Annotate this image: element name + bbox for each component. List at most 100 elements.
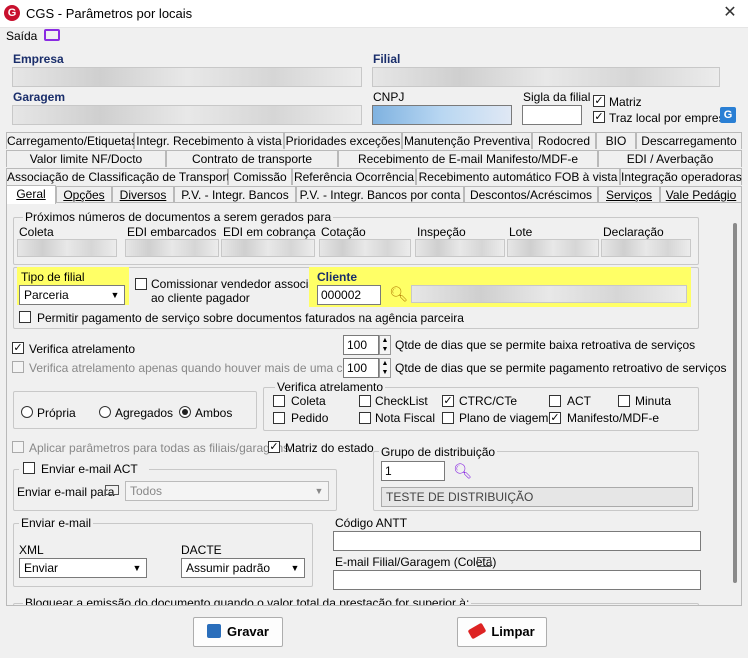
tab-recebimento-email[interactable]: Recebimento de E-mail Manifesto/MDF-e [338, 150, 598, 167]
verifica-checklist-checkbox[interactable] [359, 395, 371, 407]
radio-ambos[interactable] [179, 406, 191, 418]
geral-panel: Próximos números de documentos a serem g… [6, 202, 742, 606]
verifica-coleta-label: Coleta [291, 394, 326, 408]
declaracao-field[interactable] [601, 239, 691, 257]
matriz-label: Matriz [609, 95, 642, 109]
monitor-icon[interactable] [44, 29, 60, 41]
antt-input[interactable] [333, 531, 701, 551]
dias-pagamento-spinner[interactable]: ▲ ▼ [379, 358, 391, 378]
verifica-minuta-checkbox[interactable] [618, 395, 630, 407]
col-edi-embarcados-label: EDI embarcados [127, 225, 217, 239]
tab-descontos[interactable]: Descontos/Acréscimos [464, 186, 598, 203]
tab-comissao[interactable]: Comissão [228, 168, 292, 185]
eraser-icon [467, 622, 487, 640]
tipo-filial-value: Parceria [24, 288, 69, 302]
radio-ambos-label: Ambos [195, 406, 233, 420]
verifica-pedido-label: Pedido [291, 411, 329, 425]
verifica-nota-checkbox[interactable] [359, 412, 371, 424]
tab-manutencao[interactable]: Manutenção Preventiva [402, 132, 532, 149]
tab-recebimento-fob[interactable]: Recebimento automático FOB à vista [416, 168, 620, 185]
grupo-distribuicao-title: Grupo de distribuição [379, 445, 498, 459]
tab-servicos[interactable]: Serviços [598, 186, 660, 203]
permitir-pagamento-checkbox[interactable] [19, 311, 31, 323]
tab-prioridades[interactable]: Prioridades exceções [284, 132, 402, 149]
verifica-plano-label: Plano de viagem [459, 411, 549, 425]
save-icon [207, 624, 222, 638]
filial-field[interactable] [372, 67, 720, 87]
limpar-label: Limpar [491, 624, 535, 639]
traz-local-checkbox[interactable]: ✓ [593, 111, 605, 123]
tab-vale-pedagio[interactable]: Vale Pedágio [660, 186, 742, 203]
dacte-select[interactable]: Assumir padrão ▼ [181, 558, 305, 578]
matriz-checkbox[interactable]: ✓ [593, 95, 605, 107]
aplicar-parametros-checkbox[interactable] [12, 441, 24, 453]
dias-baixa-input[interactable]: 100 [343, 335, 379, 355]
lote-field[interactable] [507, 239, 599, 257]
tipo-filial-select[interactable]: Parceria ▼ [19, 285, 125, 305]
gravar-button[interactable]: Gravar [193, 617, 283, 647]
grupo-code-input[interactable]: 1 [381, 461, 445, 481]
verifica-atrelamento-checkbox[interactable]: ✓ [12, 342, 24, 354]
tab-valor-limite[interactable]: Valor limite NF/Docto [6, 150, 166, 167]
radio-propria[interactable] [21, 406, 33, 418]
tab-carregamento[interactable]: Carregamento/Etiquetas [6, 132, 137, 149]
verifica-plano-checkbox[interactable] [442, 412, 454, 424]
radio-agregados[interactable] [99, 406, 111, 418]
email-filial-input[interactable] [333, 570, 701, 590]
tab-pv-integr-bancos-conta[interactable]: P.V. - Integr. Bancos por conta [296, 186, 464, 203]
dias-baixa-spinner[interactable]: ▲ ▼ [379, 335, 391, 355]
cnpj-field[interactable] [372, 105, 512, 125]
chevron-down-icon: ▼ [110, 290, 120, 300]
verifica-coleta-checkbox[interactable] [273, 395, 285, 407]
verifica-minuta-label: Minuta [635, 394, 672, 408]
tab-pv-integr-bancos[interactable]: P.V. - Integr. Bancos [174, 186, 296, 203]
bloqueio-label: Bloquear a emissão do documento quando o… [23, 596, 472, 605]
verifica-manifesto-checkbox[interactable]: ✓ [549, 412, 561, 424]
verifica-ctrc-checkbox[interactable]: ✓ [442, 395, 454, 407]
tab-diversos[interactable]: Diversos [112, 186, 174, 203]
traz-local-label: Traz local por empresa [609, 111, 732, 125]
sigla-field[interactable] [522, 105, 582, 125]
dias-pagamento-input[interactable]: 100 [343, 358, 379, 378]
verifica-act-checkbox[interactable] [549, 395, 561, 407]
verifica-ctrc-label: CTRC/CTe [459, 394, 518, 408]
cliente-code-input[interactable]: 000002 [317, 285, 381, 305]
tab-rodocred[interactable]: Rodocred [532, 132, 596, 149]
verifica-pedido-checkbox[interactable] [273, 412, 285, 424]
garagem-field[interactable] [12, 105, 362, 125]
tab-referencia[interactable]: Referência Ocorrência [292, 168, 416, 185]
edi-cobranca-field[interactable] [221, 239, 315, 257]
cotacao-field[interactable] [319, 239, 411, 257]
aplicar-parametros-label: Aplicar parâmetros para todas as filiais… [29, 441, 290, 455]
xml-select[interactable]: Enviar ▼ [19, 558, 147, 578]
enviar-act-checkbox[interactable] [23, 462, 35, 474]
tab-integr-recebimento[interactable]: Integr. Recebimento à vista [134, 132, 284, 149]
coleta-field[interactable] [17, 239, 117, 257]
radio-agregados-label: Agregados [115, 406, 174, 420]
radio-propria-label: Própria [37, 406, 76, 420]
search-icon-grupo[interactable]: 🔍︎ [453, 462, 472, 480]
empresa-field[interactable] [12, 67, 362, 87]
tab-associacao[interactable]: Associação de Classificação de Transport… [6, 168, 236, 185]
tab-contrato[interactable]: Contrato de transporte [166, 150, 338, 167]
tab-bio[interactable]: BIO [596, 132, 636, 149]
app-logo-icon-small[interactable]: G [720, 107, 736, 123]
menu-saida[interactable]: Saída [6, 29, 37, 43]
close-icon[interactable]: ✕ [720, 4, 740, 22]
inspecao-field[interactable] [415, 239, 505, 257]
limpar-button[interactable]: Limpar [457, 617, 547, 647]
enviar-para-select[interactable]: Todos ▼ [125, 481, 329, 501]
tab-geral[interactable]: Geral [6, 185, 56, 204]
edi-embarcados-field[interactable] [125, 239, 219, 257]
tab-integracao-operadoras[interactable]: Integração operadoras [620, 168, 742, 185]
tab-edi-averbacao[interactable]: EDI / Averbação [598, 150, 742, 167]
tab-descarregamento[interactable]: Descarregamento [636, 132, 742, 149]
verifica-group-title: Verifica atrelamento [275, 380, 386, 394]
comissionar-checkbox[interactable] [135, 278, 147, 290]
enviar-act-label: Enviar e-mail ACT [41, 462, 138, 476]
tab-opcoes[interactable]: Opções [56, 186, 112, 203]
verifica-carreta-checkbox[interactable] [12, 361, 24, 373]
matriz-estado-checkbox[interactable]: ✓ [268, 441, 280, 453]
vertical-scrollbar[interactable] [733, 223, 737, 583]
search-icon[interactable]: 🔍︎ [389, 285, 408, 303]
